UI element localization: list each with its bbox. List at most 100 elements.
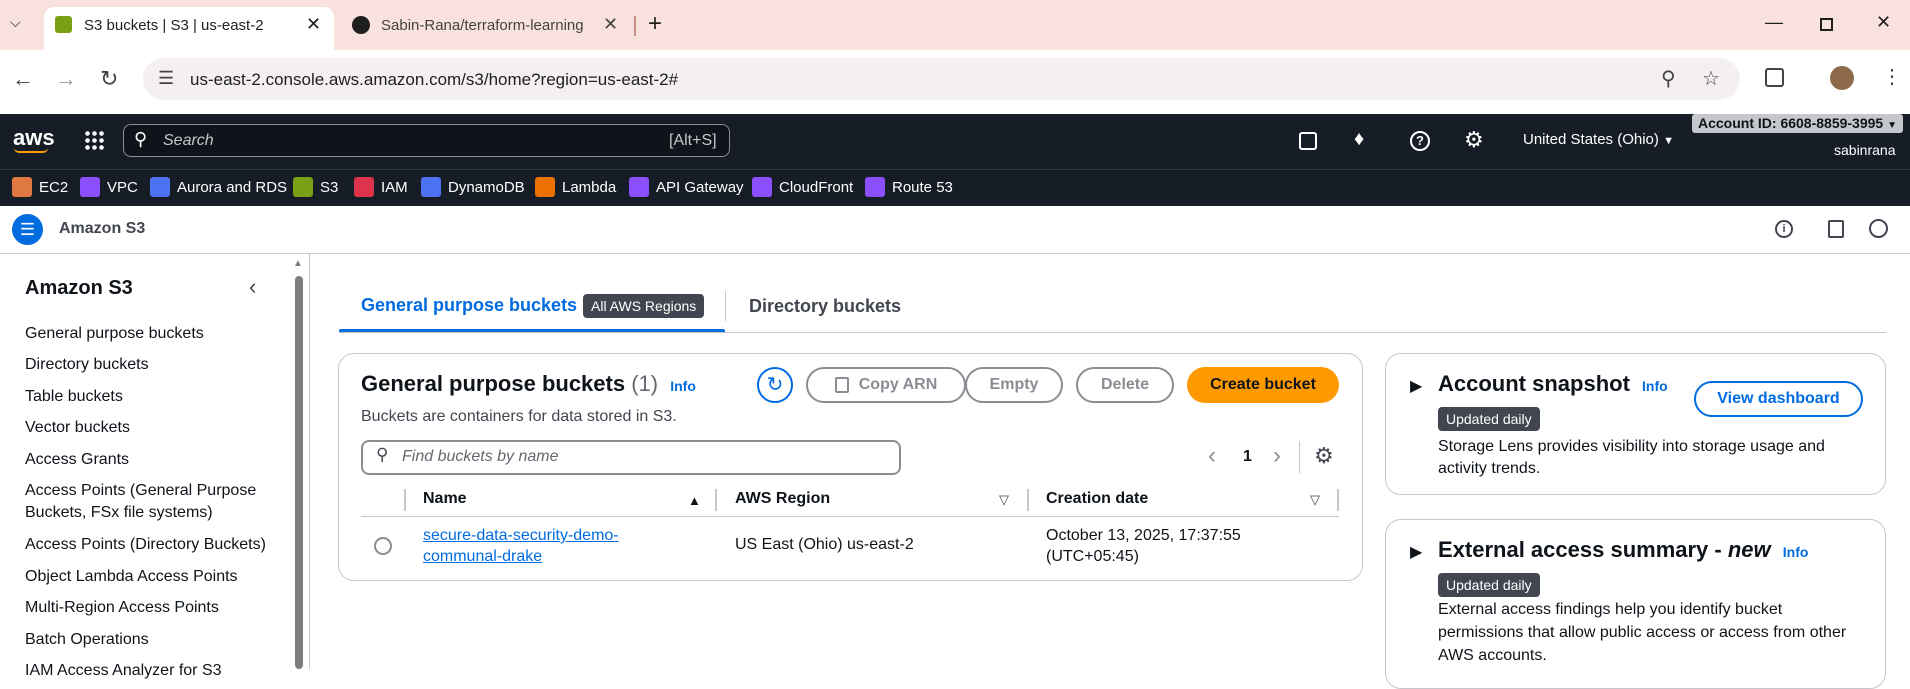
sidebar-item-access-grants[interactable]: Access Grants (25, 449, 129, 471)
notes-panel-icon[interactable] (1828, 220, 1844, 238)
sidebar-item-iam-access-analyzer[interactable]: IAM Access Analyzer for S3 (25, 660, 222, 682)
copy-icon (834, 377, 849, 393)
sidebar-scrollbar[interactable] (295, 276, 303, 669)
snapshot-desc-line1: Storage Lens provides visibility into st… (1438, 438, 1825, 455)
restore-icon[interactable] (1820, 18, 1833, 31)
row-select-radio[interactable] (374, 537, 392, 555)
username[interactable]: sabinrana (1834, 142, 1896, 158)
favorite-dynamodb[interactable]: DynamoDB (421, 177, 525, 197)
search-placeholder: Search (163, 132, 214, 149)
close-tab-icon[interactable]: ✕ (603, 14, 618, 35)
sidebar-item-batch-operations[interactable]: Batch Operations (25, 629, 149, 651)
expand-caret-icon[interactable]: ▶ (1410, 542, 1422, 562)
info-link[interactable]: Info (670, 378, 696, 394)
external-desc-line1: External access findings help you identi… (1438, 601, 1783, 618)
column-header-name[interactable]: Name (423, 490, 467, 508)
sidebar-item-object-lambda[interactable]: Object Lambda Access Points (25, 566, 238, 588)
info-link[interactable]: Info (1642, 378, 1668, 394)
sidebar-title: Amazon S3 (25, 277, 133, 299)
close-sidebar-icon[interactable]: ‹ (249, 274, 256, 300)
creation-date-line2: (UTC+05:45) (1046, 548, 1139, 565)
favorite-s3[interactable]: S3 (293, 177, 338, 197)
new-tab-icon[interactable]: + (648, 10, 662, 38)
reload-icon[interactable]: ↻ (100, 66, 118, 92)
view-dashboard-button[interactable]: View dashboard (1694, 381, 1863, 417)
header-divider (1337, 489, 1339, 511)
region-selector[interactable]: United States (Ohio) ▼ (1523, 131, 1674, 148)
bookmark-star-icon[interactable]: ☆ (1702, 66, 1720, 91)
column-header-creation-date[interactable]: Creation date (1046, 490, 1148, 508)
tab-divider (634, 16, 636, 36)
favorite-ec2[interactable]: EC2 (12, 177, 68, 197)
account-id-badge[interactable]: Account ID: 6608-8859-3995 ▼ (1692, 114, 1903, 133)
avatar[interactable] (1830, 66, 1854, 90)
expand-caret-icon[interactable]: ▶ (1410, 376, 1422, 396)
empty-button[interactable]: Empty (965, 367, 1063, 403)
url-text[interactable]: us-east-2.console.aws.amazon.com/s3/home… (190, 70, 678, 90)
search-icon: ⚲ (134, 129, 148, 149)
service-icon (421, 177, 441, 197)
bucket-name-link[interactable]: secure-data-security-demo- communal-drak… (423, 525, 619, 567)
sort-icon[interactable]: ▽ (1310, 492, 1320, 508)
favorite-label: S3 (320, 178, 339, 196)
info-panel-icon[interactable]: i (1775, 220, 1793, 238)
info-link[interactable]: Info (1783, 544, 1809, 560)
tab-directory-buckets[interactable]: Directory buckets (749, 296, 901, 317)
tabs-baseline (339, 332, 1886, 333)
minimize-icon[interactable]: — (1765, 12, 1783, 33)
settings-gear-icon[interactable]: ⚙ (1464, 127, 1484, 153)
sort-ascending-icon[interactable]: ▲ (688, 493, 701, 508)
close-window-icon[interactable]: ✕ (1876, 12, 1891, 33)
create-bucket-button[interactable]: Create bucket (1187, 367, 1339, 403)
tab-search-chevron-icon[interactable]: ⌵ (10, 14, 30, 34)
external-title-prefix: External access summary - (1438, 537, 1728, 562)
snapshot-title: Account snapshot Info (1438, 371, 1668, 397)
current-page[interactable]: 1 (1243, 448, 1252, 466)
sidebar-item-access-points-directory[interactable]: Access Points (Directory Buckets) (25, 534, 266, 556)
forward-icon[interactable]: → (55, 66, 77, 92)
snapshot-title-text: Account snapshot (1438, 371, 1630, 396)
favorite-iam[interactable]: IAM (354, 177, 408, 197)
sidebar-item-directory-buckets[interactable]: Directory buckets (25, 354, 149, 376)
refresh-button[interactable]: ↻ (757, 367, 793, 403)
notifications-bell-icon[interactable]: ♦ (1354, 128, 1364, 151)
sort-icon[interactable]: ▽ (999, 492, 1009, 508)
next-page-icon[interactable]: › (1273, 442, 1281, 470)
zoom-icon[interactable]: ⚲ (1661, 66, 1676, 91)
side-nav-toggle-icon[interactable]: ☰ (12, 214, 43, 245)
service-icon (535, 177, 555, 197)
bucket-name-line1: secure-data-security-demo- (423, 527, 619, 544)
search-input[interactable] (123, 124, 730, 157)
browser-menu-icon[interactable]: ⋮ (1882, 64, 1902, 89)
delete-button[interactable]: Delete (1076, 367, 1174, 403)
favorite-vpc[interactable]: VPC (80, 177, 138, 197)
favorite-aurora-and-rds[interactable]: Aurora and RDS (150, 177, 287, 197)
scroll-up-icon[interactable]: ▲ (293, 258, 303, 269)
sidebar-item-access-points-general[interactable]: Access Points (General Purpose Buckets, … (25, 480, 265, 524)
favorite-route-53[interactable]: Route 53 (865, 177, 953, 197)
site-info-icon[interactable]: ☰ (158, 68, 174, 89)
close-tab-icon[interactable]: ✕ (306, 14, 321, 35)
table-preferences-gear-icon[interactable]: ⚙ (1314, 443, 1334, 469)
help-icon[interactable]: ? (1410, 131, 1430, 151)
chevron-down-icon: ▼ (1663, 135, 1674, 147)
sidebar-item-general-purpose-buckets[interactable]: General purpose buckets (25, 323, 204, 345)
sidebar-item-table-buckets[interactable]: Table buckets (25, 386, 123, 408)
favorite-lambda[interactable]: Lambda (535, 177, 616, 197)
cloudshell-icon[interactable] (1299, 132, 1317, 150)
prev-page-icon[interactable]: ‹ (1208, 442, 1216, 470)
back-icon[interactable]: ← (12, 66, 34, 92)
extensions-icon[interactable] (1765, 68, 1784, 87)
copy-arn-button[interactable]: Copy ARN (806, 367, 966, 403)
browser-tab-title[interactable]: Sabin-Rana/terraform-learning (381, 17, 586, 34)
favorite-cloudfront[interactable]: CloudFront (752, 177, 853, 197)
favorite-api-gateway[interactable]: API Gateway (629, 177, 744, 197)
tab-separator (725, 291, 726, 321)
service-icon (354, 177, 374, 197)
sidebar-item-multi-region[interactable]: Multi-Region Access Points (25, 597, 219, 619)
search-icon: ⚲ (376, 445, 389, 464)
sidebar-item-vector-buckets[interactable]: Vector buckets (25, 417, 130, 439)
assistant-panel-icon[interactable] (1869, 219, 1888, 238)
services-grid-icon[interactable] (84, 130, 104, 150)
column-header-region[interactable]: AWS Region (735, 490, 830, 508)
